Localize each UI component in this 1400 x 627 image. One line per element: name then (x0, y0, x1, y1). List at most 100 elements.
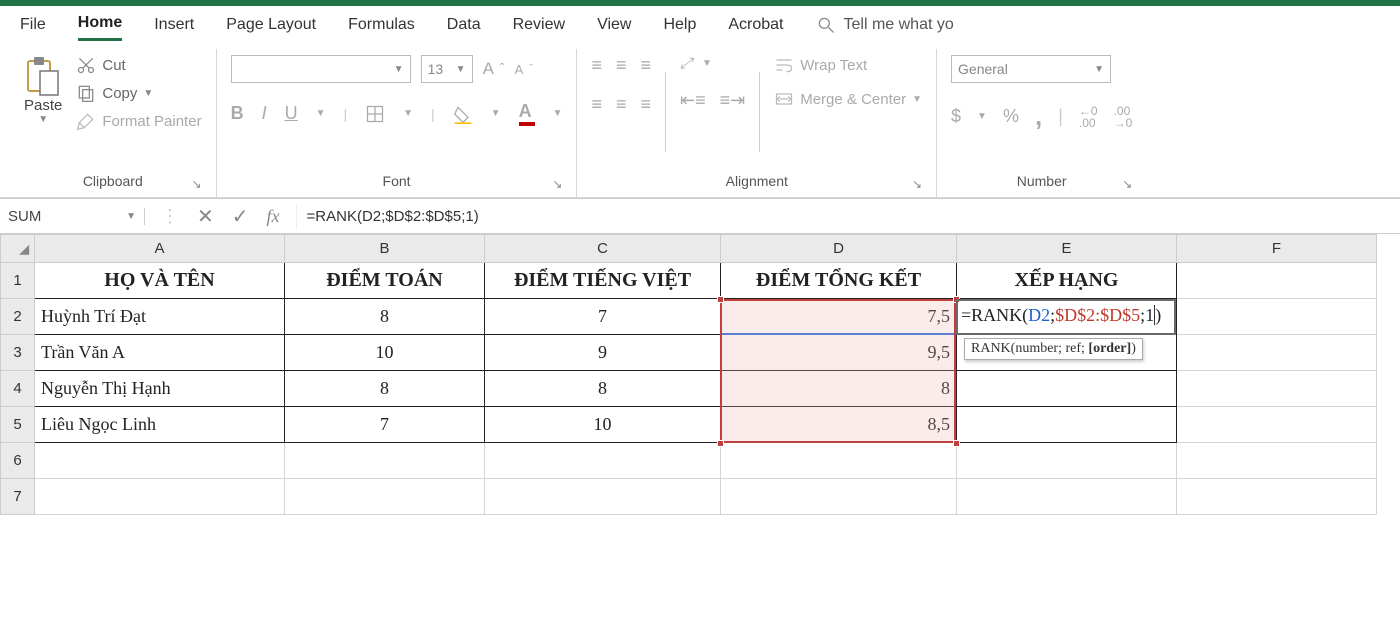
underline-button[interactable]: U (285, 103, 298, 124)
decrease-indent-button[interactable]: ⇤≡ (680, 90, 706, 111)
align-center-button[interactable]: ≡ (616, 94, 627, 115)
align-bottom-button[interactable]: ≡ (641, 55, 652, 76)
cell-d4[interactable]: 8 (721, 371, 957, 407)
tab-pagelayout[interactable]: Page Layout (226, 16, 316, 40)
cell-a4[interactable]: Nguyễn Thị Hạnh (35, 371, 285, 407)
column-header-f[interactable]: F (1177, 235, 1377, 263)
percent-format-button[interactable]: % (1003, 106, 1019, 127)
row-header-1[interactable]: 1 (1, 263, 35, 299)
tab-file[interactable]: File (20, 16, 46, 40)
cell-d2[interactable]: 7,5 (721, 299, 957, 335)
insert-function-button[interactable]: fx (267, 206, 280, 227)
cell-f5[interactable] (1177, 407, 1377, 443)
tab-view[interactable]: View (597, 16, 631, 40)
font-color-button[interactable]: A (519, 101, 535, 126)
paste-dropdown-icon[interactable]: ▼ (38, 114, 48, 125)
tab-formulas[interactable]: Formulas (348, 16, 415, 40)
cell-e5[interactable] (957, 407, 1177, 443)
cell-b5[interactable]: 7 (285, 407, 485, 443)
decrease-decimal-button[interactable]: .00→0 (1114, 105, 1133, 129)
clipboard-launcher-icon[interactable]: ↘ (192, 177, 202, 191)
increase-indent-button[interactable]: ≡⇥ (720, 90, 746, 111)
chevron-down-icon[interactable]: ▼ (977, 111, 987, 122)
tab-home[interactable]: Home (78, 14, 122, 41)
column-header-c[interactable]: C (485, 235, 721, 263)
cell-d5[interactable]: 8,5 (721, 407, 957, 443)
increase-decimal-button[interactable]: ←0.00 (1079, 105, 1098, 129)
row-header-3[interactable]: 3 (1, 335, 35, 371)
format-painter-button[interactable]: Format Painter (76, 111, 201, 131)
function-tooltip[interactable]: RANK(number; ref; [order]) (964, 338, 1143, 360)
cell-a7[interactable] (35, 479, 285, 515)
cell-c3[interactable]: 9 (485, 335, 721, 371)
cell-f1[interactable] (1177, 263, 1377, 299)
alignment-launcher-icon[interactable]: ↘ (912, 177, 922, 191)
cell-a6[interactable] (35, 443, 285, 479)
tab-review[interactable]: Review (513, 16, 565, 40)
row-header-7[interactable]: 7 (1, 479, 35, 515)
worksheet-grid[interactable]: ◢ A B C D E F 1 HỌ VÀ TÊN ĐIỂM TOÁN ĐIỂM… (0, 234, 1400, 515)
copy-dropdown-icon[interactable]: ▼ (143, 88, 153, 99)
row-header-6[interactable]: 6 (1, 443, 35, 479)
italic-button[interactable]: I (262, 103, 267, 124)
align-top-button[interactable]: ≡ (591, 55, 602, 76)
merge-center-button[interactable]: Merge & Center ▼ (774, 89, 922, 109)
comma-format-button[interactable]: , (1035, 101, 1042, 132)
align-middle-button[interactable]: ≡ (616, 55, 627, 76)
cell-d3[interactable]: 9,5 (721, 335, 957, 371)
cell-c4[interactable]: 8 (485, 371, 721, 407)
column-header-a[interactable]: A (35, 235, 285, 263)
tell-me-search[interactable]: Tell me what yo (816, 15, 954, 41)
cell-a2[interactable]: Huỳnh Trí Đạt (35, 299, 285, 335)
cell-b3[interactable]: 10 (285, 335, 485, 371)
row-header-2[interactable]: 2 (1, 299, 35, 335)
orientation-button[interactable]: ⤢▼ (680, 55, 745, 72)
accounting-format-button[interactable]: $ (951, 106, 961, 127)
cancel-formula-button[interactable]: ✕ (197, 204, 214, 229)
cut-button[interactable]: Cut (76, 55, 201, 75)
font-launcher-icon[interactable]: ↘ (552, 177, 562, 191)
cell-b2[interactable]: 8 (285, 299, 485, 335)
column-header-b[interactable]: B (285, 235, 485, 263)
border-button[interactable] (365, 104, 385, 124)
cell-c5[interactable]: 10 (485, 407, 721, 443)
font-name-combo[interactable]: ▼ (231, 55, 411, 83)
font-size-combo[interactable]: 13▼ (421, 55, 473, 83)
bold-button[interactable]: B (231, 103, 244, 124)
cell-e2[interactable]: =RANK(D2;$D$2:$D$5;1) (957, 299, 1177, 335)
decrease-font-button[interactable]: Aˇ (515, 62, 533, 77)
cell-f4[interactable] (1177, 371, 1377, 407)
number-format-combo[interactable]: General▼ (951, 55, 1111, 83)
cell-b1[interactable]: ĐIỂM TOÁN (285, 263, 485, 299)
cell-c2[interactable]: 7 (485, 299, 721, 335)
number-launcher-icon[interactable]: ↘ (1122, 177, 1132, 191)
cell-a3[interactable]: Trần Văn A (35, 335, 285, 371)
wrap-text-button[interactable]: Wrap Text (774, 55, 922, 75)
chevron-down-icon[interactable]: ▼ (912, 94, 922, 105)
formula-input[interactable]: =RANK(D2;$D$2:$D$5;1) (297, 208, 1400, 225)
column-header-d[interactable]: D (721, 235, 957, 263)
paste-button[interactable]: Paste ▼ (24, 55, 62, 125)
tab-acrobat[interactable]: Acrobat (728, 16, 783, 40)
tab-data[interactable]: Data (447, 16, 481, 40)
cell-c1[interactable]: ĐIỂM TIẾNG VIỆT (485, 263, 721, 299)
select-all-corner[interactable]: ◢ (1, 235, 35, 263)
align-right-button[interactable]: ≡ (641, 94, 652, 115)
tab-insert[interactable]: Insert (154, 16, 194, 40)
chevron-down-icon[interactable]: ▼ (126, 211, 136, 222)
fill-color-button[interactable] (453, 104, 473, 124)
copy-button[interactable]: Copy ▼ (76, 83, 201, 103)
row-header-4[interactable]: 4 (1, 371, 35, 407)
row-header-5[interactable]: 5 (1, 407, 35, 443)
cell-f2[interactable] (1177, 299, 1377, 335)
cell-e4[interactable] (957, 371, 1177, 407)
align-left-button[interactable]: ≡ (591, 94, 602, 115)
cell-a5[interactable]: Liêu Ngọc Linh (35, 407, 285, 443)
enter-formula-button[interactable]: ✓ (232, 204, 249, 229)
increase-font-button[interactable]: Aˆ (483, 59, 505, 79)
cell-e1[interactable]: XẾP HẠNG (957, 263, 1177, 299)
chevron-down-icon[interactable]: ▼ (316, 108, 326, 119)
chevron-down-icon[interactable]: ▼ (403, 108, 413, 119)
tab-help[interactable]: Help (663, 16, 696, 40)
cell-b4[interactable]: 8 (285, 371, 485, 407)
